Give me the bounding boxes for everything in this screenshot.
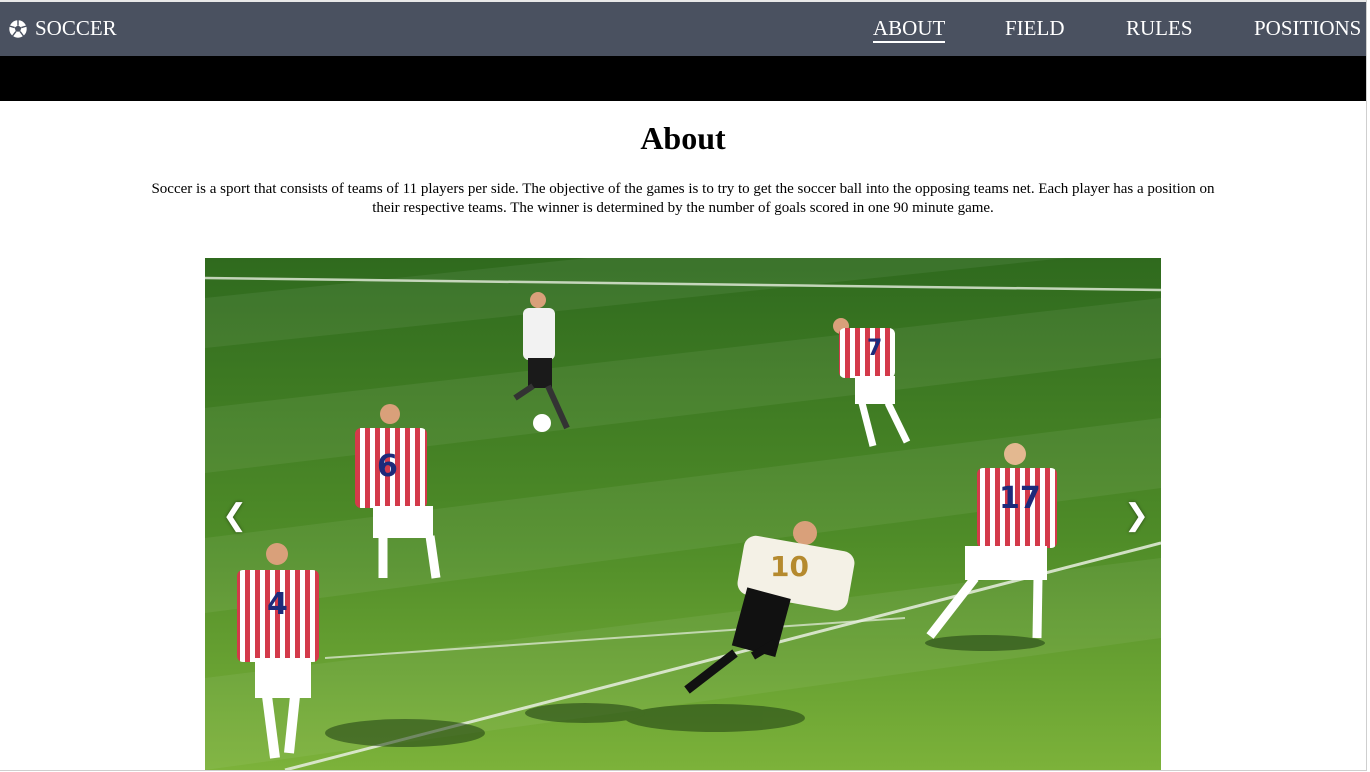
chevron-left-icon: ❮	[222, 498, 248, 533]
nav-field[interactable]: FIELD	[1005, 16, 1065, 41]
chevron-right-icon: ❯	[1124, 498, 1150, 533]
page: SOCCER ABOUT FIELD RULES POSITIONS About…	[0, 0, 1367, 771]
svg-text:17: 17	[999, 481, 1041, 516]
svg-text:10: 10	[770, 550, 809, 583]
image-carousel: 7 6 17 10 4 ❮ ❯	[205, 258, 1161, 770]
carousel-prev-button[interactable]: ❮	[222, 498, 247, 533]
soccer-ball-icon	[8, 19, 28, 38]
soccer-match-photo: 7 6 17 10 4	[205, 258, 1161, 770]
carousel-next-button[interactable]: ❯	[1124, 498, 1149, 533]
svg-text:7: 7	[867, 336, 882, 361]
nav-positions[interactable]: POSITIONS	[1254, 16, 1361, 41]
svg-text:4: 4	[267, 587, 288, 622]
nav-rules[interactable]: RULES	[1126, 16, 1193, 41]
brand-label: SOCCER	[35, 16, 117, 40]
svg-text:6: 6	[377, 449, 398, 484]
about-description: Soccer is a sport that consists of teams…	[151, 181, 1215, 216]
nav-about[interactable]: ABOUT	[873, 16, 946, 43]
brand-link[interactable]: SOCCER	[8, 16, 117, 41]
page-title: About	[640, 120, 726, 156]
header-band	[0, 56, 1366, 101]
top-navbar: SOCCER ABOUT FIELD RULES POSITIONS	[0, 0, 1366, 56]
